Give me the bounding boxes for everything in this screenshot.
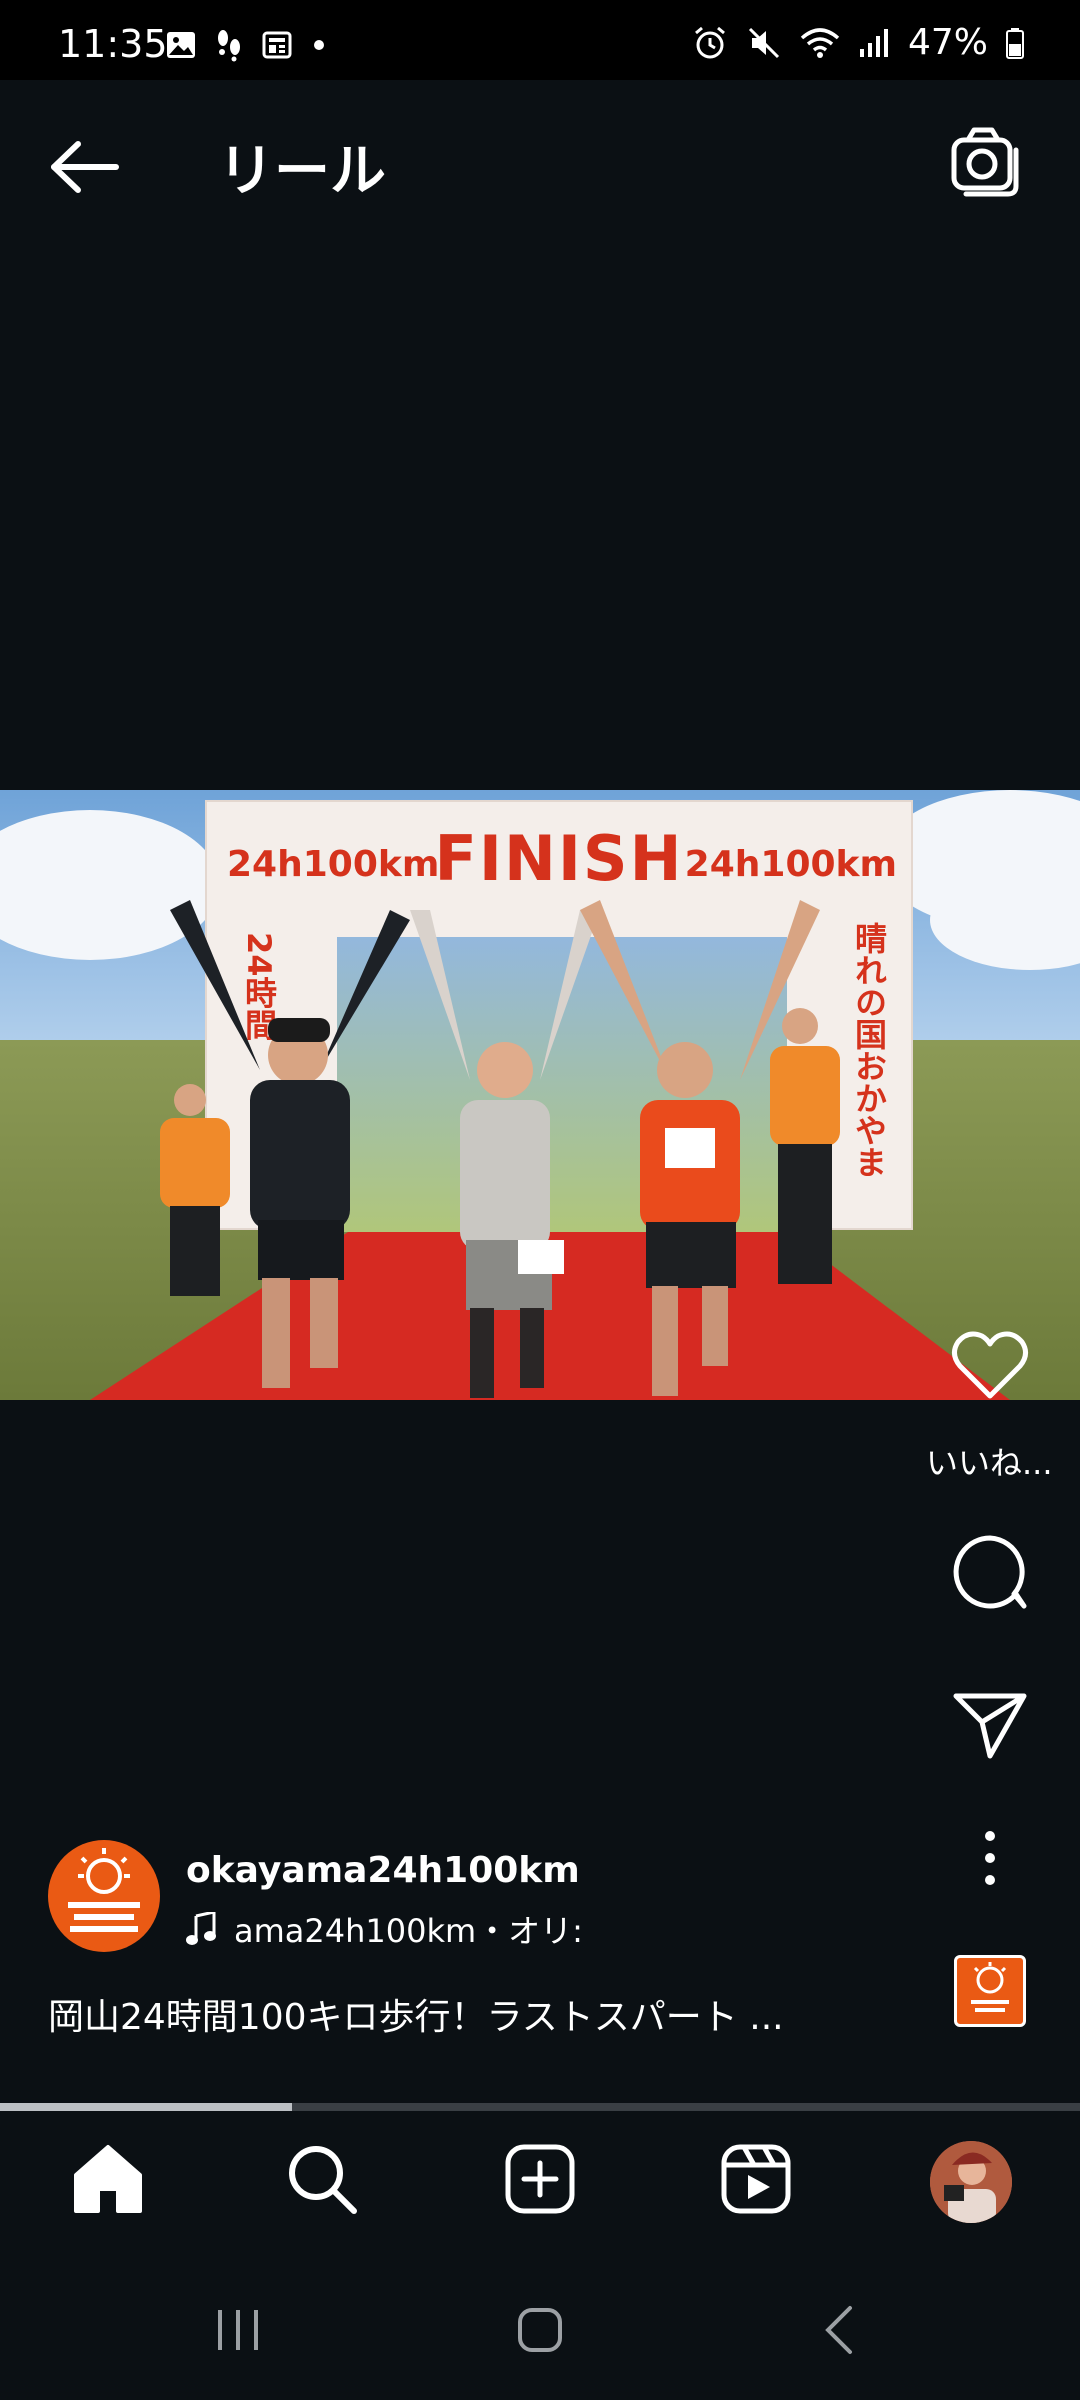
create-icon[interactable]	[502, 2141, 578, 2217]
home-circle-icon[interactable]	[510, 2300, 570, 2360]
wifi-icon	[800, 27, 840, 58]
account-avatar[interactable]	[48, 1840, 160, 1952]
page-title: リール	[218, 139, 386, 204]
back-chevron-icon[interactable]	[810, 2300, 870, 2360]
audio-title: ama24h100km・オリ:	[234, 1912, 583, 1950]
back-arrow-icon[interactable]	[44, 132, 124, 202]
profile-photo	[930, 2141, 1012, 2223]
reels-icon[interactable]	[718, 2141, 794, 2217]
profile-avatar[interactable]	[930, 2141, 1012, 2223]
news-icon	[262, 31, 292, 59]
status-system-icons: 47%	[692, 22, 1024, 63]
video-progress-bar[interactable]	[0, 2103, 1080, 2111]
more-icon[interactable]	[970, 1828, 1010, 1888]
camera-icon[interactable]	[948, 124, 1024, 200]
arch-logo-right: 24h100km	[684, 844, 897, 885]
arch-logo-left: 24h100km	[227, 844, 440, 885]
signal-icon	[859, 28, 888, 57]
alarm-icon	[695, 26, 725, 58]
dot-icon	[314, 40, 324, 50]
status-bar: 11:35 47%	[0, 0, 1080, 80]
battery-percent: 47%	[907, 22, 988, 63]
home-icon[interactable]	[70, 2141, 146, 2217]
footsteps-icon	[218, 30, 240, 62]
mute-icon	[748, 27, 780, 58]
staff-left	[160, 1084, 230, 1296]
account-username[interactable]: okayama24h100km	[186, 1850, 580, 1891]
like-count-label[interactable]: いいね...	[926, 1438, 1053, 1484]
video-progress-fill	[0, 2103, 292, 2111]
system-nav-bar	[0, 2260, 1080, 2400]
battery-icon	[1006, 27, 1024, 59]
status-time: 11:35	[58, 22, 168, 66]
bottom-tab-bar	[0, 2111, 1080, 2251]
recents-icon[interactable]	[208, 2300, 268, 2360]
search-icon[interactable]	[284, 2141, 360, 2217]
account-logo	[68, 1848, 140, 1932]
audio-thumbnail[interactable]	[954, 1955, 1026, 2027]
audio-icon	[971, 1962, 1009, 2012]
audio-attribution[interactable]: ama24h100km・オリ:	[186, 1906, 586, 1952]
reel-video[interactable]: FINISH 24h100km 24h100km 24時間 晴れの国おかやま	[0, 790, 1080, 1400]
heart-icon[interactable]	[950, 1330, 1030, 1402]
status-notification-icons	[165, 28, 329, 62]
image-icon	[167, 32, 195, 58]
staff-right	[770, 1008, 840, 1284]
reels-header: リール	[0, 80, 1080, 250]
music-note-icon	[186, 1912, 216, 1945]
comment-icon[interactable]	[950, 1532, 1030, 1612]
post-caption[interactable]: 岡山24時間100キロ歩行！ラストスパート ...	[48, 1988, 888, 2040]
share-icon[interactable]	[952, 1690, 1028, 1760]
